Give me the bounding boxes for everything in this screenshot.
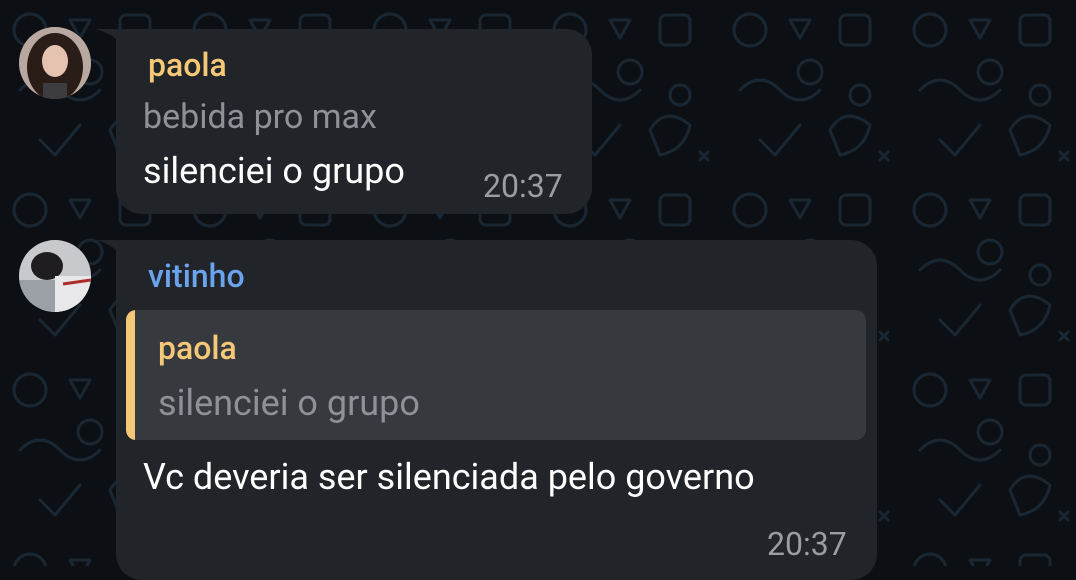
message-text: silenciei o grupo <box>143 150 405 192</box>
avatar[interactable] <box>19 240 91 312</box>
reply-accent-bar <box>126 310 135 440</box>
reply-sender-name: paola <box>158 329 237 367</box>
sender-name[interactable]: vitinho <box>148 260 245 292</box>
sender-name[interactable]: paola <box>148 49 227 81</box>
user-avatar-photo-icon <box>19 27 91 99</box>
message-time: 20:37 <box>483 167 563 205</box>
avatar[interactable] <box>19 27 91 99</box>
reply-text: silenciei o grupo <box>158 382 420 424</box>
message-time: 20:37 <box>767 525 847 563</box>
reply-preview[interactable]: paola silenciei o grupo <box>126 310 866 440</box>
message-bubble[interactable]: paola bebida pro max silenciei o grupo 2… <box>116 29 592 214</box>
sender-subtitle: bebida pro max <box>143 97 377 137</box>
message-text: Vc deveria ser silenciada pelo governo <box>143 456 755 498</box>
user-avatar-photo-icon <box>19 240 91 312</box>
message-bubble[interactable]: vitinho paola silenciei o grupo Vc dever… <box>116 240 877 580</box>
